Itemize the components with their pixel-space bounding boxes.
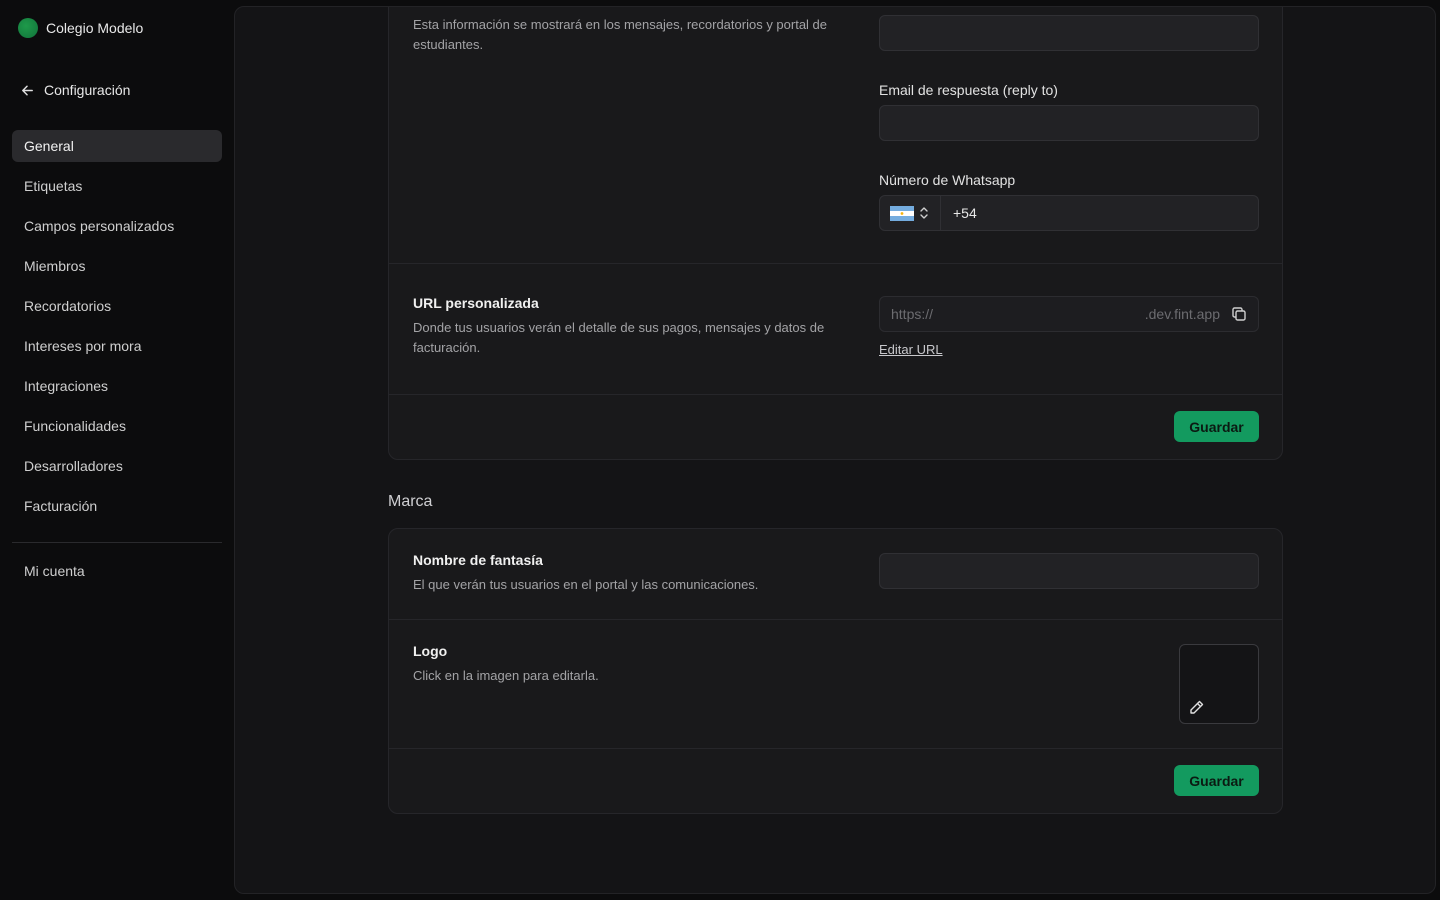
settings-nav: General Etiquetas Campos personalizados … [12,130,222,530]
whatsapp-number[interactable]: +54 [941,205,977,221]
reply-to-label: Email de respuesta (reply to) [879,82,1058,98]
brand-card: Nombre de fantasía El que verán tus usua… [388,528,1283,814]
row-divider [389,748,1282,749]
main-panel: Esta información se mostrará en los mens… [234,6,1436,894]
save-brand-button[interactable]: Guardar [1174,765,1259,796]
argentina-flag-icon [890,205,914,221]
reply-to-input[interactable] [879,105,1259,141]
sidebar-item-mi-cuenta[interactable]: Mi cuenta [12,555,222,587]
sidebar-item-desarrolladores[interactable]: Desarrolladores [12,450,222,482]
country-select[interactable] [880,196,941,230]
fantasy-name-input[interactable] [879,553,1259,589]
copy-icon[interactable] [1230,305,1248,323]
url-suffix: .dev.fint.app [1144,306,1220,322]
sidebar-item-funcionalidades[interactable]: Funcionalidades [12,410,222,442]
row-divider [389,263,1282,264]
sidebar-item-facturacion[interactable]: Facturación [12,490,222,522]
pencil-icon [1190,700,1204,714]
arrow-left-icon [22,85,33,95]
custom-url-field: https:// .dev.fint.app [879,296,1259,332]
sidebar-item-intereses-por-mora[interactable]: Intereses por mora [12,330,222,362]
url-prefix: https:// [891,306,934,322]
whatsapp-phone-input: +54 [879,195,1259,231]
org-logo-icon [18,18,38,38]
contact-description: Esta información se mostrará en los mens… [413,17,828,52]
sidebar-item-etiquetas[interactable]: Etiquetas [12,170,222,202]
custom-url-description: Donde tus usuarios verán el detalle de s… [413,320,825,355]
row-divider [389,394,1282,395]
sidebar-item-integraciones[interactable]: Integraciones [12,370,222,402]
sidebar-item-miembros[interactable]: Miembros [12,250,222,282]
sidebar: Colegio Modelo Configuración General Eti… [0,0,234,900]
contact-card: Esta información se mostrará en los mens… [388,7,1283,460]
sidebar-item-general[interactable]: General [12,130,222,162]
whatsapp-label: Número de Whatsapp [879,172,1016,188]
back-to-settings-button[interactable]: Configuración [20,80,130,100]
edit-url-link[interactable]: Editar URL [879,342,943,357]
sidebar-item-campos-personalizados[interactable]: Campos personalizados [12,210,222,242]
fantasy-name-title: Nombre de fantasía [413,552,543,568]
chevron-up-down-icon [920,207,928,219]
logo-title: Logo [413,643,448,659]
custom-url-title: URL personalizada [413,295,539,311]
logo-description: Click en la imagen para editarla. [413,668,599,683]
email-field[interactable] [879,15,1259,51]
save-button[interactable]: Guardar [1174,411,1259,442]
org-switcher[interactable]: Colegio Modelo [18,18,143,38]
org-name: Colegio Modelo [46,20,144,36]
row-divider [389,619,1282,620]
back-label: Configuración [44,82,131,98]
sidebar-item-recordatorios[interactable]: Recordatorios [12,290,222,322]
sidebar-divider [12,542,222,543]
logo-upload[interactable] [1179,644,1259,724]
fantasy-name-description: El que verán tus usuarios en el portal y… [413,577,759,592]
brand-section-title: Marca [388,493,433,510]
